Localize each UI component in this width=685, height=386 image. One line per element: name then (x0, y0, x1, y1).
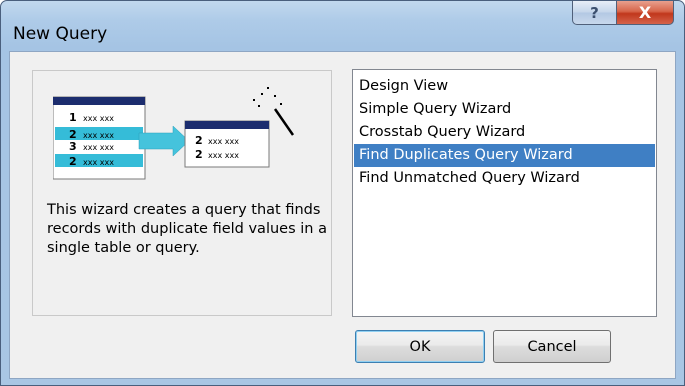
row-number: 2 (195, 148, 203, 161)
row-text: xxx xxx (83, 114, 114, 123)
close-icon: X (638, 3, 652, 22)
ok-button[interactable]: OK (355, 330, 485, 363)
table-header (53, 97, 145, 105)
list-item-design-view[interactable]: Design View (354, 75, 655, 98)
row-text: xxx xxx (83, 131, 114, 140)
wizard-description: This wizard creates a query that finds r… (47, 202, 327, 256)
new-query-dialog: New Query ? X 1 2 3 2 xxx xxx xxx xxx xx… (0, 0, 685, 386)
dialog-title: New Query (13, 24, 108, 44)
description-panel: 1 2 3 2 xxx xxx xxx xxx xxx xxx xxx xxx (32, 70, 332, 316)
arrow-icon (138, 125, 190, 157)
row-text: xxx xxx (208, 137, 239, 146)
result-table-icon: 2 2 xxx xxx xxx xxx (184, 120, 270, 168)
close-button[interactable]: X (616, 1, 674, 25)
help-button[interactable]: ? (572, 1, 617, 25)
dialog-body: 1 2 3 2 xxx xxx xxx xxx xxx xxx xxx xxx (9, 51, 676, 379)
table-header (185, 121, 269, 129)
list-item-find-duplicates-query-wizard[interactable]: Find Duplicates Query Wizard (354, 144, 655, 167)
row-text: xxx xxx (83, 143, 114, 152)
row-text: xxx xxx (208, 151, 239, 160)
row-number: 1 (69, 111, 77, 124)
list-item-crosstab-query-wizard[interactable]: Crosstab Query Wizard (354, 121, 655, 144)
cancel-button[interactable]: Cancel (493, 330, 611, 363)
row-number: 2 (195, 134, 203, 147)
sparkle-icon (253, 87, 282, 107)
title-bar[interactable]: New Query ? X (1, 1, 684, 51)
source-table-icon: 1 2 3 2 xxx xxx xxx xxx xxx xxx xxx xxx (53, 96, 146, 180)
row-number: 3 (69, 140, 77, 153)
find-duplicates-illustration: 1 2 3 2 xxx xxx xxx xxx xxx xxx xxx xxx (53, 87, 295, 180)
help-icon: ? (590, 3, 599, 22)
row-text: xxx xxx (83, 158, 114, 167)
list-item-find-unmatched-query-wizard[interactable]: Find Unmatched Query Wizard (354, 167, 655, 190)
row-number: 2 (69, 155, 77, 168)
query-type-list[interactable]: Design View Simple Query Wizard Crosstab… (352, 69, 657, 317)
magic-wand-icon (273, 108, 295, 136)
list-item-simple-query-wizard[interactable]: Simple Query Wizard (354, 98, 655, 121)
